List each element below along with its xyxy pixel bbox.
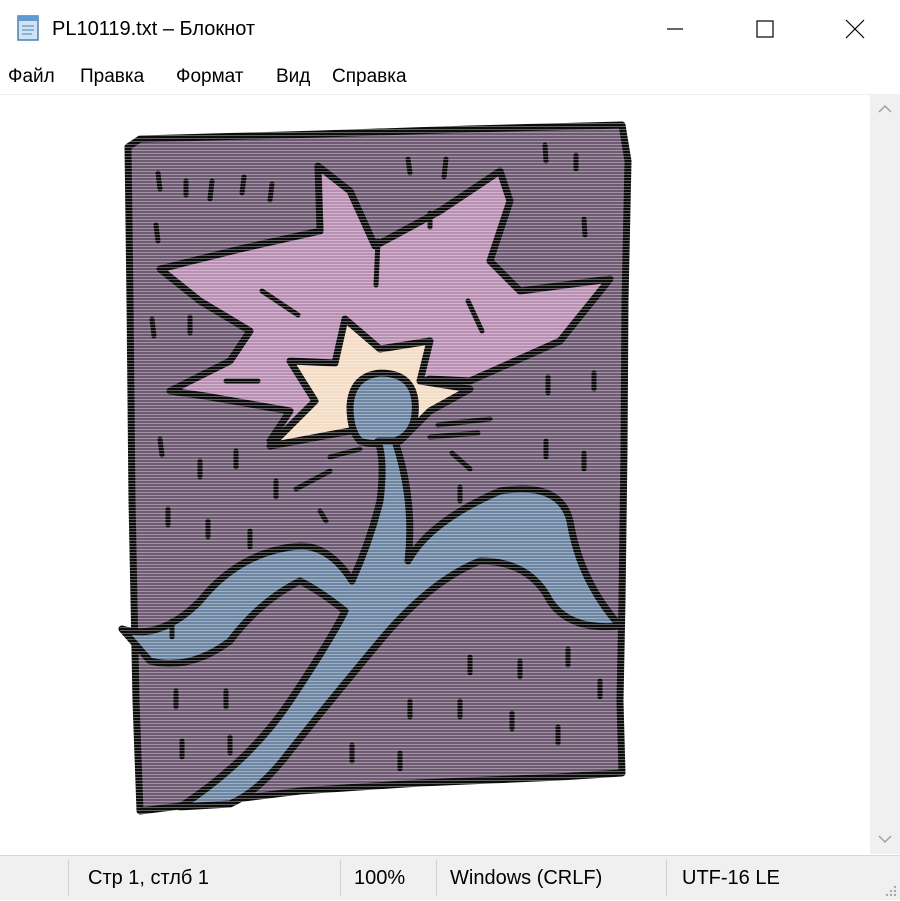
status-separator xyxy=(340,860,341,896)
notepad-icon xyxy=(17,15,39,41)
menu-bar: Файл Правка Формат Вид Справка xyxy=(0,58,900,94)
zoom-level: 100% xyxy=(354,867,406,889)
chevron-down-icon xyxy=(878,835,892,844)
scroll-down-button[interactable] xyxy=(870,824,900,854)
menu-edit[interactable]: Правка xyxy=(80,65,144,89)
minimize-button[interactable] xyxy=(630,0,720,58)
vertical-scrollbar[interactable] xyxy=(870,94,900,854)
scroll-up-button[interactable] xyxy=(870,94,900,124)
encoding: UTF-16 LE xyxy=(682,867,780,889)
status-separator xyxy=(666,860,667,896)
status-bar: Стр 1, стлб 1 100% Windows (CRLF) UTF-16… xyxy=(0,855,900,900)
maximize-icon xyxy=(756,20,774,38)
chevron-up-icon xyxy=(878,104,892,113)
status-separator xyxy=(68,860,69,896)
maximize-button[interactable] xyxy=(720,0,810,58)
text-editor-area[interactable] xyxy=(0,94,870,855)
window-title: PL10119.txt – Блокнот xyxy=(52,18,256,40)
cursor-position: Стр 1, стлб 1 xyxy=(88,867,210,889)
menu-file[interactable]: Файл xyxy=(8,65,55,89)
minimize-icon xyxy=(667,28,683,30)
close-button[interactable] xyxy=(810,0,900,58)
ascii-flower-art xyxy=(118,121,640,821)
close-icon xyxy=(845,19,865,39)
menu-help[interactable]: Справка xyxy=(332,65,407,89)
menu-view[interactable]: Вид xyxy=(276,65,310,89)
menu-format[interactable]: Формат xyxy=(176,65,244,89)
title-bar: PL10119.txt – Блокнот xyxy=(0,0,900,58)
resize-grip-icon[interactable] xyxy=(883,883,897,897)
line-ending: Windows (CRLF) xyxy=(450,867,603,889)
status-separator xyxy=(436,860,437,896)
